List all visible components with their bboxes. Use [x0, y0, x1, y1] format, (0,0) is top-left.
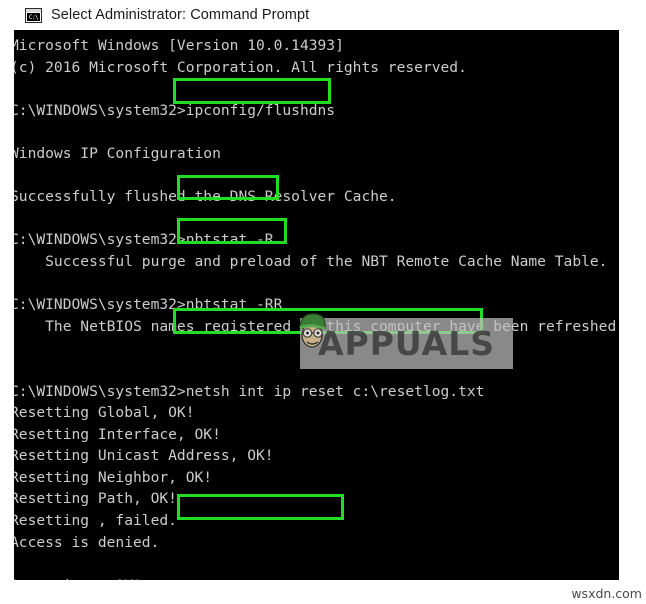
cmd-icon-titlebar-stripe [26, 8, 41, 12]
console-line: Resetting , OK! [14, 575, 619, 580]
console-line: Resetting Path, OK! [14, 490, 177, 508]
console-line: Access is denied. [14, 533, 160, 551]
console-line: C:\WINDOWS\system32>ipconfig/flushdns [14, 101, 336, 119]
console-line: C:\WINDOWS\system32>nbtstat -R [14, 231, 274, 249]
console-line: Resetting Global, OK! [14, 404, 195, 422]
console-line: Resetting , failed. [14, 512, 177, 530]
console-line: Successfully flushed the DNS Resolver Ca… [14, 188, 397, 206]
window-title-text: Select Administrator: Command Prompt [51, 7, 310, 23]
console-line: Windows IP Configuration [14, 144, 221, 162]
console-surface[interactable]: Microsoft Windows [Version 10.0.14393] (c… [14, 30, 619, 580]
console-line: Resetting Neighbor, OK! [14, 468, 213, 486]
window-title-bar: C:\ Select Administrator: Command Prompt [0, 0, 646, 30]
console-line: Successful purge and preload of the NBT … [14, 252, 608, 270]
console-line: Resetting Unicast Address, OK! [14, 447, 274, 465]
console-line: (c) 2016 Microsoft Corporation. All righ… [14, 58, 467, 76]
console-line: C:\WINDOWS\system32>netsh int ip reset c… [14, 382, 485, 400]
console-line: Microsoft Windows [Version 10.0.14393] [14, 37, 344, 54]
console-line: Resetting Interface, OK! [14, 425, 221, 443]
source-watermark: wsxdn.com [571, 586, 642, 601]
console-line: The NetBIOS names registered by this com… [14, 317, 619, 335]
console-output: Microsoft Windows [Version 10.0.14393] (c… [14, 35, 619, 580]
cmd-icon: C:\ [25, 7, 42, 23]
cmd-icon-screen: C:\ [27, 12, 40, 21]
console-line: C:\WINDOWS\system32>nbtstat -RR [14, 296, 283, 314]
